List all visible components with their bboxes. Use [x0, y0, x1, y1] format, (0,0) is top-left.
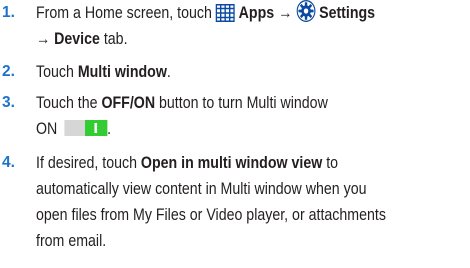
on-toggle-icon [64, 120, 108, 136]
open-in-multi-window-view-label: Open in multi window view [140, 154, 323, 172]
step-text: If desired, touch Open in multi window v… [36, 154, 386, 250]
step-number: 3. [2, 94, 15, 111]
settings-gear-icon [296, 0, 316, 30]
apps-grid-icon [215, 3, 236, 30]
step-number: 1. [2, 4, 15, 21]
step-text: From a Home screen, touch Apps → Setting… [36, 0, 408, 52]
step-text: Touch Multi window. [36, 63, 171, 81]
multi-window-label: Multi window [77, 63, 167, 81]
device-tab-label: Device [54, 30, 100, 48]
off-on-label: OFF/ON [101, 94, 156, 112]
step-number: 4. [2, 154, 15, 171]
apps-label: Apps [238, 4, 275, 22]
step-number: 2. [2, 63, 15, 80]
step-text: Touch the OFF/ON button to turn Multi wi… [36, 94, 328, 138]
settings-label: Settings [319, 4, 376, 22]
